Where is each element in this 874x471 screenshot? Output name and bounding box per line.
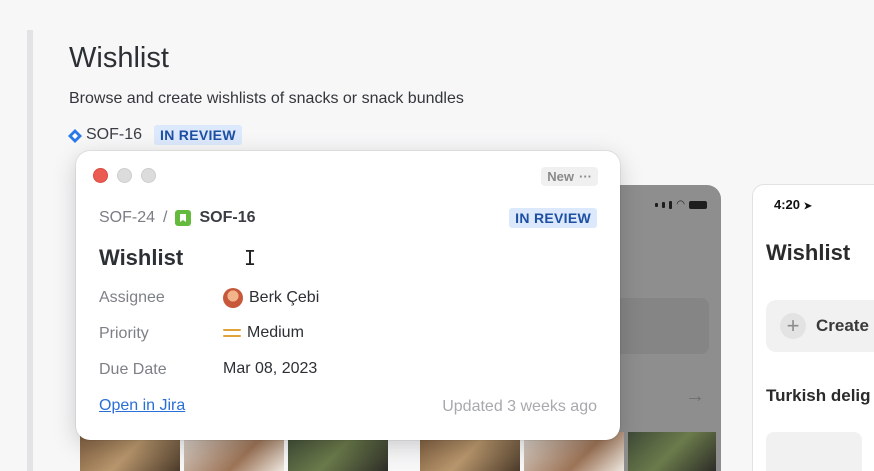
breadcrumb: SOF-24 / SOF-16	[99, 209, 255, 227]
arrow-right-icon: →	[685, 385, 705, 407]
priority-label: Priority	[99, 325, 149, 342]
avatar	[223, 288, 243, 308]
page-title: Wishlist	[69, 42, 169, 74]
due-date-value: Mar 08, 2023	[223, 360, 317, 378]
new-menu-button[interactable]: New ···	[541, 167, 598, 186]
new-label: New	[547, 169, 574, 184]
phone-create-label: Create	[816, 316, 869, 335]
assignee-name: Berk Çebi	[249, 289, 320, 306]
location-arrow-icon: ➤	[803, 201, 813, 212]
issue-link-row[interactable]: SOF-16 IN REVIEW	[68, 125, 242, 145]
due-date-label: Due Date	[99, 361, 167, 378]
story-icon	[175, 210, 192, 226]
text-cursor-icon: I	[244, 246, 257, 270]
issue-title: Wishlist	[99, 245, 184, 270]
wifi-icon: ◠	[676, 199, 685, 210]
priority-text: Medium	[247, 324, 304, 341]
due-date-text: Mar 08, 2023	[223, 360, 318, 377]
status-badge: IN REVIEW	[154, 125, 242, 145]
window-controls	[93, 168, 156, 183]
assignee-value: Berk Çebi	[223, 288, 319, 308]
close-window-button[interactable]	[93, 168, 108, 183]
breadcrumb-parent[interactable]: SOF-24	[99, 209, 155, 227]
priority-value: Medium	[223, 324, 304, 342]
zoom-window-button[interactable]	[141, 168, 156, 183]
battery-icon	[689, 200, 707, 209]
minimize-window-button[interactable]	[117, 168, 132, 183]
plus-icon: +	[780, 313, 806, 339]
more-icon: ···	[579, 169, 592, 184]
phone-section-heading: Turkish delig	[766, 386, 871, 405]
assignee-label: Assignee	[99, 289, 165, 306]
popup-status-badge: IN REVIEW	[509, 208, 597, 228]
updated-timestamp: Updated 3 weeks ago	[442, 398, 597, 415]
priority-medium-icon	[223, 329, 241, 337]
phone-mockup-light: 4:20 ➤ Wishlist + Create Turkish delig	[752, 184, 874, 471]
phone-title: Wishlist	[766, 240, 851, 265]
phone-time: 4:20 ➤	[774, 197, 813, 212]
issue-popup-window: New ··· SOF-24 / SOF-16 IN REVIEW Wishli…	[76, 151, 620, 440]
issue-key[interactable]: SOF-16	[86, 126, 142, 144]
thumbnail-image	[628, 432, 716, 471]
page-description: Browse and create wishlists of snacks or…	[69, 90, 464, 107]
breadcrumb-current[interactable]: SOF-16	[199, 209, 255, 227]
open-in-jira-link[interactable]: Open in Jira	[99, 397, 185, 415]
jira-diamond-icon	[68, 129, 82, 143]
breadcrumb-separator: /	[163, 209, 168, 226]
page-left-rule	[27, 30, 33, 471]
status-bar-icons: ◠	[655, 199, 707, 210]
phone-card-stub	[766, 432, 862, 471]
phone-create-button: + Create	[766, 300, 874, 352]
